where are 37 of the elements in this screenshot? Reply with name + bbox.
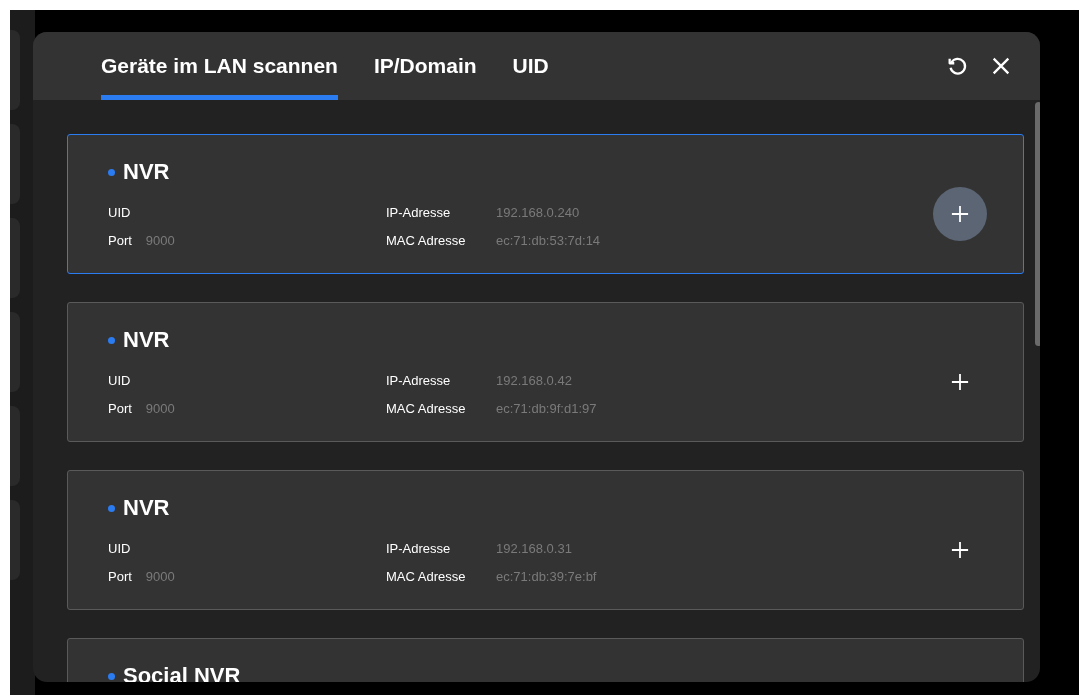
field-label: MAC Adresse xyxy=(386,401,467,417)
device-name: NVR xyxy=(123,159,170,185)
field-value: 192.168.0.240 xyxy=(496,205,580,221)
field-value: ec:71:db:39:7e:bf xyxy=(496,569,597,585)
field-label: Port xyxy=(108,401,132,417)
field-label: MAC Adresse xyxy=(386,233,467,249)
device-name: NVR xyxy=(123,495,170,521)
field-value: ec:71:db:9f:d1:97 xyxy=(496,401,597,417)
plus-icon xyxy=(951,205,969,223)
tab[interactable]: UID xyxy=(512,32,549,100)
tab[interactable]: IP/Domain xyxy=(373,32,477,100)
refresh-icon[interactable] xyxy=(946,55,968,77)
field-value: 9000 xyxy=(145,401,175,417)
field-label: IP-Adresse xyxy=(386,373,452,389)
device-card[interactable]: NVR UID IP-Adresse 192.168.0.240 Port 9000 MAC Adresse ec:71:db:53:7d:14 xyxy=(67,134,1024,274)
tab[interactable]: Geräte im LAN scannen xyxy=(101,32,338,100)
field-label: UID xyxy=(108,205,132,221)
device-name: NVR xyxy=(123,327,170,353)
field-label: IP-Adresse xyxy=(386,541,452,557)
field-label: Port xyxy=(108,233,132,249)
field-value: 192.168.0.42 xyxy=(496,373,572,389)
field-label: UID xyxy=(108,373,132,389)
field-value: 9000 xyxy=(145,233,175,249)
field-value: 192.168.0.31 xyxy=(496,541,572,557)
field-label: Port xyxy=(108,569,132,585)
scrollbar[interactable] xyxy=(1035,102,1040,346)
close-icon[interactable] xyxy=(990,55,1012,77)
plus-icon xyxy=(951,541,969,559)
plus-icon xyxy=(951,373,969,391)
add-button[interactable] xyxy=(933,187,987,241)
device-card[interactable]: NVR UID IP-Adresse 192.168.0.31 Port 9000 MAC Adresse ec:71:db:39:7e:bf xyxy=(67,470,1024,610)
field-label: UID xyxy=(108,541,132,557)
field-value: ec:71:db:53:7d:14 xyxy=(496,233,601,249)
field-label: IP-Adresse xyxy=(386,205,452,221)
device-card[interactable]: NVR UID IP-Adresse 192.168.0.42 Port 9000 MAC Adresse ec:71:db:9f:d1:97 xyxy=(67,302,1024,442)
field-label: MAC Adresse xyxy=(386,569,467,585)
field-value: 9000 xyxy=(145,569,175,585)
